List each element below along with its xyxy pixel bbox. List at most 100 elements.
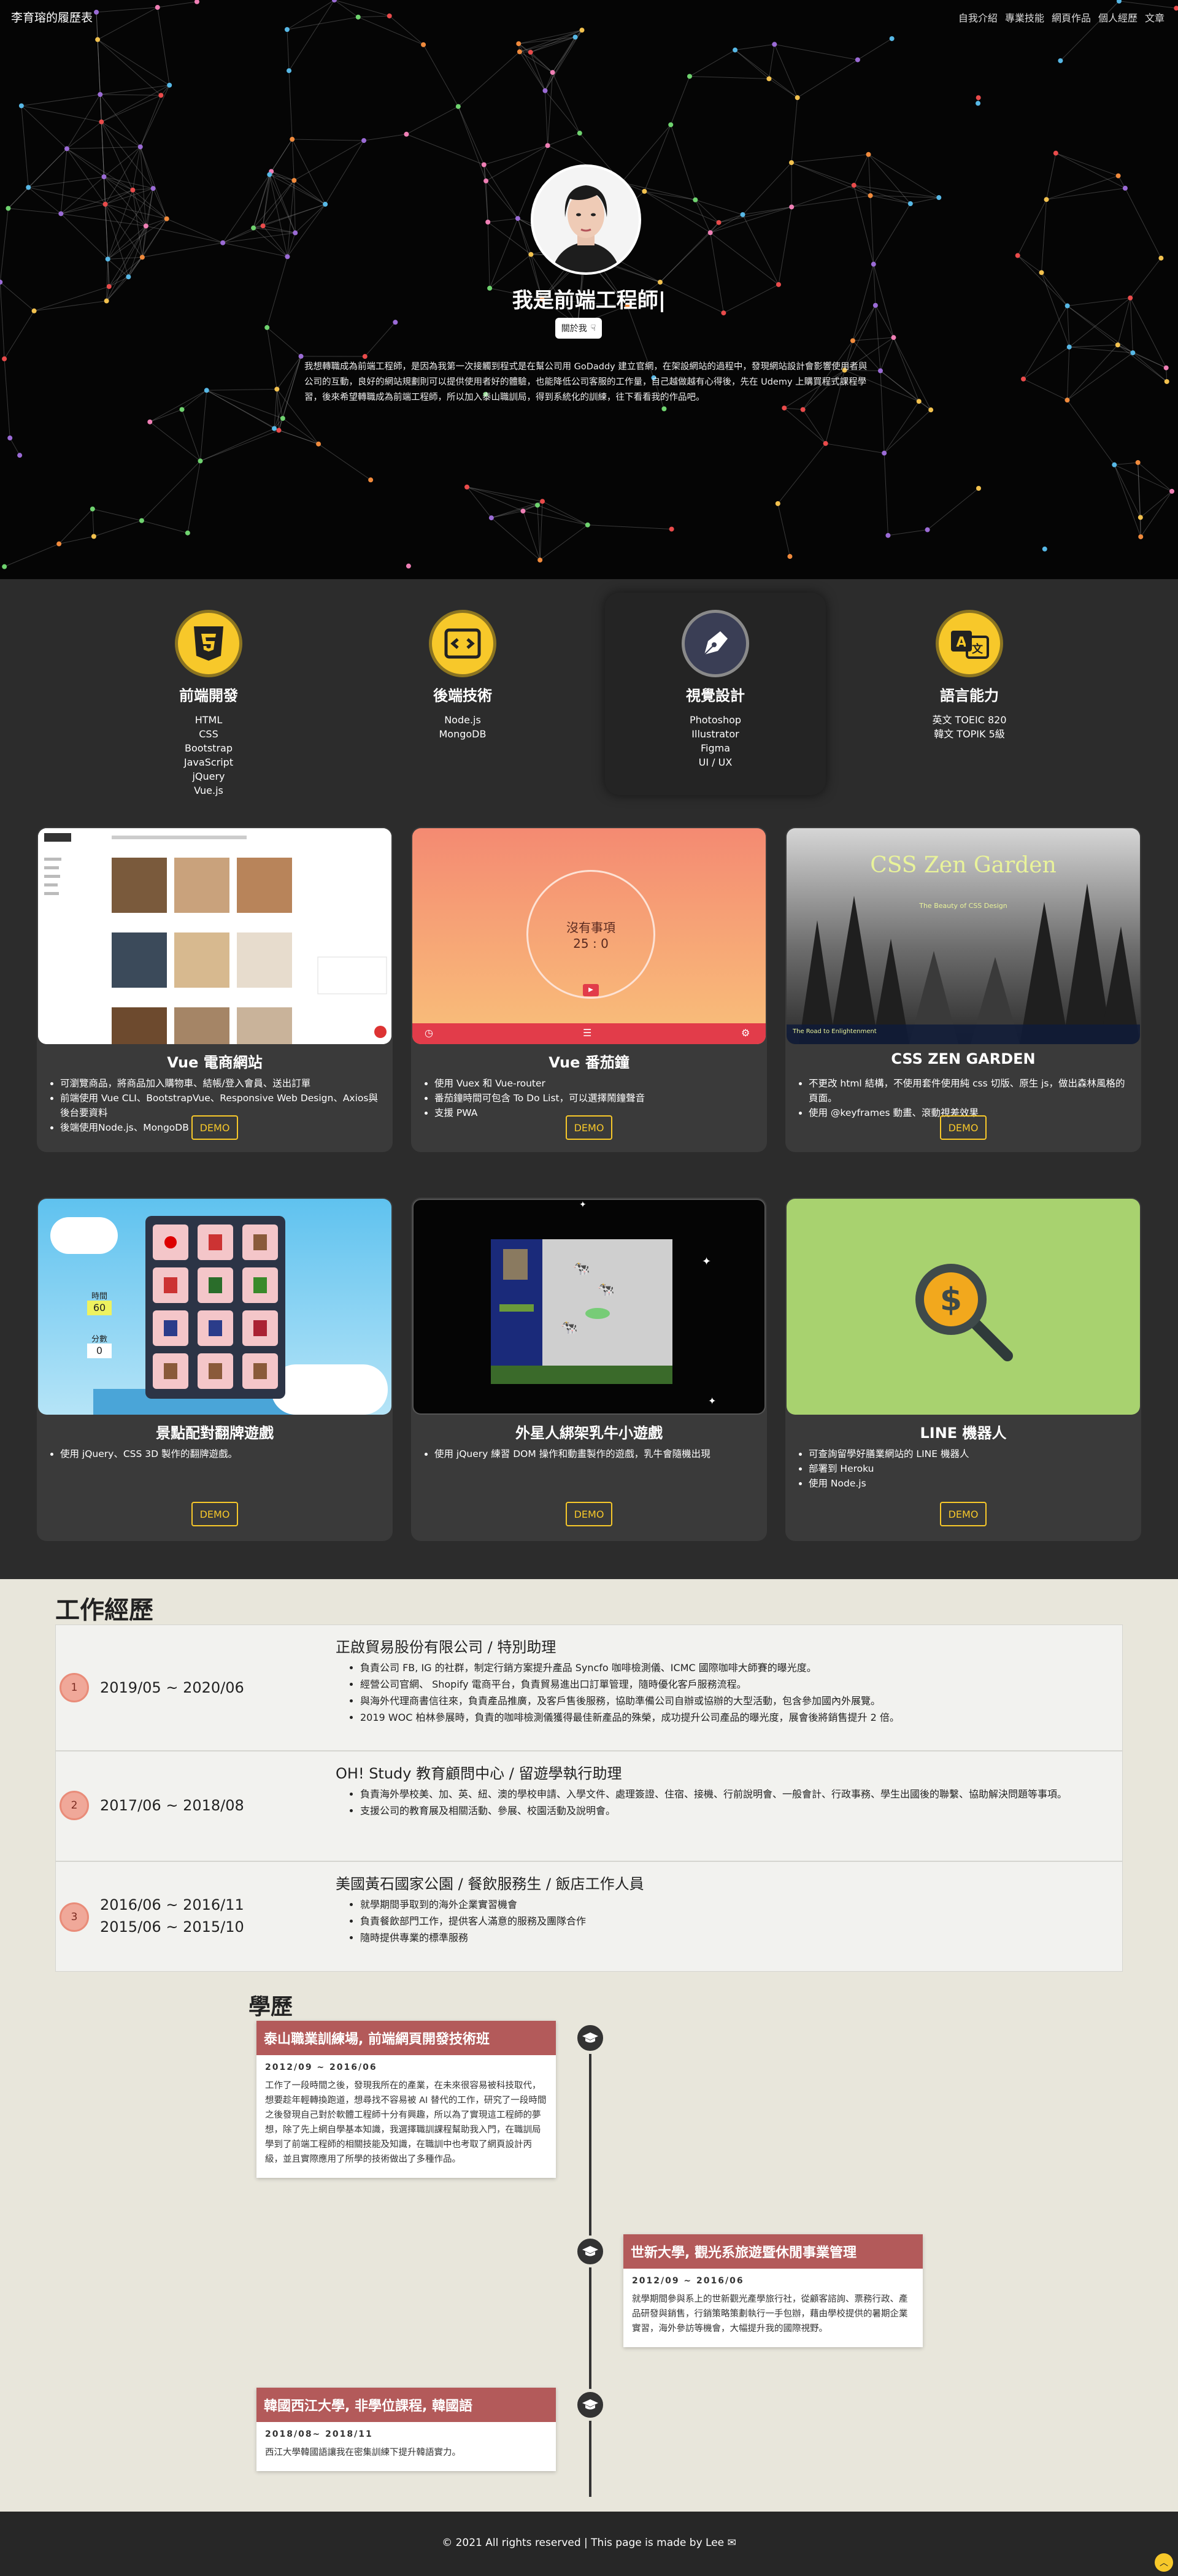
- particle-dot: [7, 435, 13, 440]
- back-to-top-button[interactable]: ︿: [1155, 2553, 1173, 2572]
- skill-title: 後端技術: [433, 687, 492, 704]
- demo-button[interactable]: DEMO: [940, 1115, 987, 1140]
- education-school: 韓國西江大學, 非學位課程, 韓國語: [256, 2388, 556, 2422]
- hero-section: 李育瑢的履歷表 自我介紹 專業技能 網頁作品 個人經歷 文章 我是前端工程師| …: [0, 0, 1178, 579]
- skill-visual-design[interactable]: 視覺設計 Photoshop Illustrator Figma UI / UX: [605, 593, 826, 795]
- nav-link-articles[interactable]: 文章: [1145, 10, 1165, 25]
- particle-dot: [877, 368, 883, 374]
- demo-button[interactable]: DEMO: [940, 1502, 987, 1526]
- project-title: 景點配對翻牌遊戲: [156, 1424, 274, 1442]
- css3-icon: [175, 610, 242, 677]
- particle-dot: [936, 195, 942, 201]
- particle-dot: [290, 137, 295, 142]
- particle-dot: [185, 530, 190, 536]
- play-icon[interactable]: ▶: [583, 984, 599, 996]
- project-title: LINE 機器人: [920, 1424, 1007, 1442]
- settings-icon[interactable]: ⚙: [741, 1027, 750, 1039]
- project-screenshot: $: [787, 1199, 1140, 1415]
- particle-dot: [1163, 365, 1169, 371]
- about-me-button[interactable]: 關於我 ☟: [555, 318, 602, 339]
- project-bullet: 使用 jQuery、CSS 3D 製作的翻牌遊戲。: [60, 1447, 379, 1461]
- project-screenshot: [38, 828, 391, 1044]
- particle-dot: [285, 254, 290, 260]
- skill-item: CSS: [199, 728, 218, 740]
- job-bullet: 負責公司 FB, IG 的社群，制定行銷方案提升產品 Syncfo 咖啡檢測儀、…: [360, 1659, 1109, 1676]
- graduation-cap-icon: [574, 2236, 606, 2267]
- time-value: 60: [87, 1301, 112, 1315]
- project-bullet: 使用 Vuex 和 Vue-router: [434, 1076, 753, 1091]
- particle-dot: [18, 103, 24, 109]
- particle-dot: [1042, 546, 1047, 552]
- particle-dot: [251, 225, 256, 231]
- particle-dot: [528, 252, 534, 257]
- hero-intro: 我想轉職成為前端工程師，是因為我第一次接觸到程式是在幫公司用 GoDaddy 建…: [304, 362, 868, 402]
- list-icon[interactable]: ☰: [583, 1027, 591, 1039]
- project-screenshot: 沒有事項 25 : 0 ▶ ◷ ☰ ⚙: [412, 828, 766, 1044]
- particle-dot: [293, 230, 298, 236]
- particle-dot: [687, 74, 692, 79]
- time-label: 時間: [91, 1292, 107, 1301]
- particle-dot: [823, 440, 828, 446]
- skill-item: 韓文 TOPIK 5級: [934, 728, 1005, 740]
- project-bullet: 部署到 Heroku: [809, 1461, 1128, 1476]
- particle-dot: [102, 201, 108, 207]
- nav-link-works[interactable]: 網頁作品: [1052, 10, 1091, 25]
- nav-link-skills[interactable]: 專業技能: [1005, 10, 1044, 25]
- particle-dot: [1138, 534, 1144, 539]
- nav-brand[interactable]: 李育瑢的履歷表: [11, 9, 93, 25]
- clock-icon[interactable]: ◷: [425, 1027, 433, 1039]
- nav-link-about[interactable]: 自我介紹: [958, 10, 998, 25]
- job-date: 2016/06 ~ 2016/11: [100, 1896, 244, 1913]
- particle-dot: [150, 186, 156, 191]
- job-title: OH! Study 教育顧問中心 / 留遊學執行助理: [336, 1765, 622, 1782]
- particle-dot: [26, 185, 31, 190]
- particle-dot: [1064, 398, 1070, 403]
- particle-dot: [1169, 488, 1175, 494]
- particle-dot: [1044, 197, 1049, 202]
- particle-dot: [483, 178, 489, 183]
- zen-subtitle: The Beauty of CSS Design: [919, 902, 1007, 910]
- particle-dot: [155, 5, 160, 10]
- education-card: 世新大學, 觀光系旅遊暨休閒事業管理 2012/09 ~ 2016/06 就學期…: [623, 2234, 923, 2347]
- skill-languages[interactable]: A文 語言能力 英文 TOEIC 820 韓文 TOPIK 5級: [859, 593, 1080, 795]
- demo-button[interactable]: DEMO: [566, 1115, 612, 1140]
- demo-button[interactable]: DEMO: [191, 1115, 238, 1140]
- particle-dot: [515, 216, 520, 221]
- nav-link-experience[interactable]: 個人經歷: [1098, 10, 1138, 25]
- particle-dot: [323, 201, 328, 207]
- project-bullets: 使用 Vuex 和 Vue-router 番茄鐘時間可包含 To Do List…: [434, 1076, 753, 1120]
- job-number: 3: [60, 1902, 89, 1932]
- demo-button[interactable]: DEMO: [191, 1502, 238, 1526]
- particle-dot: [572, 34, 578, 40]
- particle-dot: [733, 47, 738, 53]
- score-label: 分數: [91, 1335, 107, 1344]
- particle-dot: [280, 415, 285, 421]
- zen-footer: The Road to Enlightenment: [793, 1028, 877, 1035]
- particle-dot: [1174, 6, 1178, 11]
- skill-list: Photoshop Illustrator Figma UI / UX: [605, 713, 826, 769]
- particle-dot: [516, 41, 522, 47]
- particle-dot: [928, 407, 934, 413]
- particle-dot: [1066, 344, 1072, 350]
- particle-dot: [105, 256, 110, 262]
- particle-dot: [1039, 270, 1044, 275]
- project-card-vue-shop: Vue 電商網站 可瀏覽商品，將商品加入購物車、結帳/登入會員、送出訂單 前端使…: [37, 827, 393, 1152]
- project-title: CSS ZEN GARDEN: [891, 1050, 1036, 1067]
- chevron-up-icon: ︿: [1160, 2558, 1168, 2568]
- particle-dot: [800, 407, 806, 412]
- skill-backend[interactable]: 後端技術 Node.js MongoDB: [352, 593, 573, 795]
- demo-button[interactable]: DEMO: [566, 1502, 612, 1526]
- project-card-css-zen-garden: CSS Zen Garden The Beauty of CSS Design …: [785, 827, 1141, 1152]
- job-date: 2017/06 ~ 2018/08: [100, 1797, 244, 1814]
- project-bullet: 可查詢留學好膳業網站的 LINE 機器人: [809, 1447, 1128, 1461]
- particle-dot: [1164, 379, 1169, 384]
- particle-dot: [642, 188, 647, 194]
- about-me-label: 關於我: [561, 324, 587, 334]
- particle-dot: [64, 146, 70, 152]
- particle-dot: [850, 338, 855, 344]
- education-dates: 2018/08~ 2018/11: [265, 2429, 373, 2439]
- particle-dot: [198, 458, 203, 464]
- skill-frontend[interactable]: 前端開發 HTML CSS Bootstrap JavaScript jQuer…: [98, 593, 319, 796]
- translate-icon: A文: [936, 610, 1003, 677]
- job-number: 1: [60, 1673, 89, 1702]
